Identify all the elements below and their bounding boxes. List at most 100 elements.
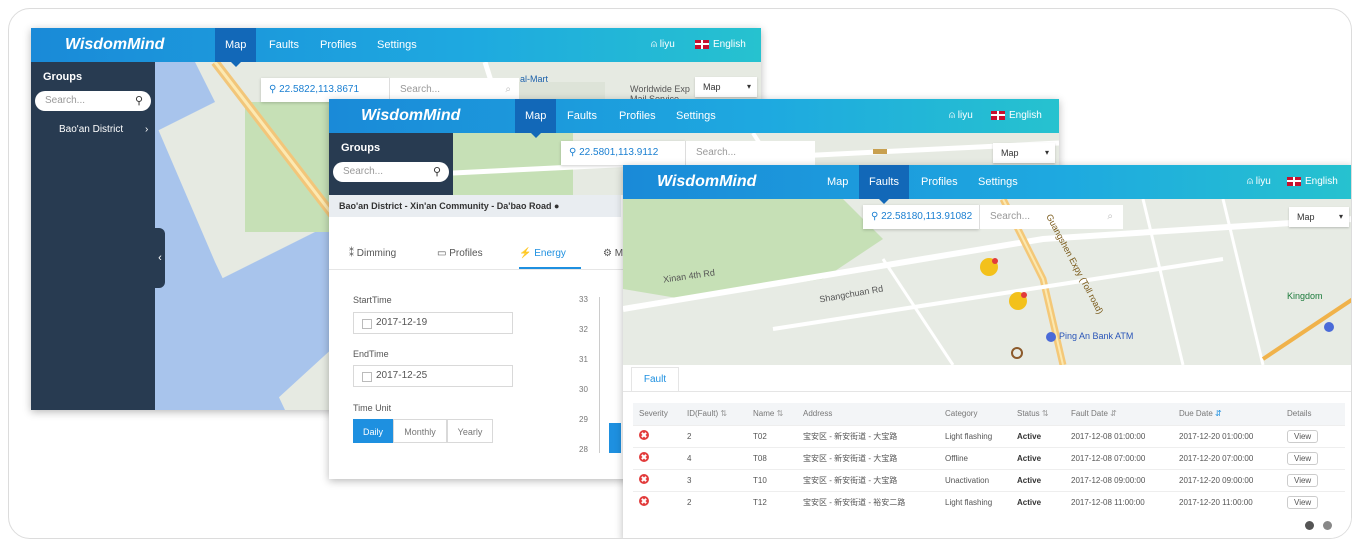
top-navigation-bar: WisdomMind Map Faults Profiles Settings …: [329, 99, 1059, 138]
filter-icon[interactable]: ⇅: [1042, 409, 1049, 418]
tab-fault[interactable]: Fault: [631, 367, 679, 391]
tab-dimming[interactable]: ⁑ Dimming: [349, 239, 396, 269]
cell-name: T08: [747, 446, 797, 469]
groups-search-input[interactable]: Search... ⚲: [35, 91, 151, 111]
nav-map[interactable]: Map: [515, 99, 557, 138]
cell-category: Light flashing: [939, 424, 1011, 447]
col-id[interactable]: ID(Fault) ⇅: [681, 403, 747, 425]
col-fault-date[interactable]: Fault Date ⇵: [1065, 403, 1173, 425]
filter-icon[interactable]: ⇅: [720, 409, 727, 418]
unit-monthly-button[interactable]: Monthly: [393, 419, 447, 443]
cell-name: T10: [747, 468, 797, 491]
cell-category: Light flashing: [939, 490, 1011, 513]
map-canvas[interactable]: ⚲ 22.58180,113.91082 Search... ⌕ Map Xin…: [623, 199, 1351, 365]
user-menu[interactable]: ⍝ liyu: [1247, 165, 1271, 199]
y-tick: 28: [579, 445, 588, 454]
nav-map[interactable]: Map: [817, 165, 858, 199]
nav-settings[interactable]: Settings: [968, 165, 1028, 199]
chart-bar: [609, 423, 621, 453]
cell-details: View: [1281, 490, 1345, 513]
uk-flag-icon: [991, 110, 1005, 120]
language-select[interactable]: English: [695, 28, 746, 62]
unit-yearly-button[interactable]: Yearly: [447, 419, 493, 443]
map-type-select[interactable]: Map: [1289, 207, 1349, 227]
col-due-date[interactable]: Due Date ⇵: [1173, 403, 1281, 425]
start-time-label: StartTime: [353, 295, 392, 305]
user-menu[interactable]: ⍝ liyu: [651, 28, 675, 62]
col-status[interactable]: Status ⇅: [1011, 403, 1065, 425]
view-button[interactable]: View: [1287, 473, 1319, 487]
cell-severity: [633, 490, 681, 513]
cell-status: Active: [1011, 490, 1065, 513]
cell-due-date: 2017-12-20 07:00:00: [1173, 446, 1281, 469]
tab-energy[interactable]: ⚡ Energy: [519, 239, 581, 269]
map-type-select[interactable]: Map: [993, 143, 1055, 163]
user-menu[interactable]: ⍝ liyu: [949, 99, 973, 133]
user-name: liyu: [957, 110, 973, 121]
carousel-dot-1[interactable]: [1305, 521, 1314, 530]
map-label: Kingdom: [1287, 291, 1323, 301]
end-time-input[interactable]: 2017-12-25: [353, 365, 513, 387]
cell-address: 宝安区 - 新安街道 - 大宝路: [797, 468, 939, 491]
chevron-left-icon: ‹: [158, 252, 162, 264]
col-address[interactable]: Address: [797, 403, 939, 425]
col-severity[interactable]: Severity: [633, 403, 681, 425]
map-search-placeholder: Search...: [400, 84, 441, 95]
language-label: English: [1009, 110, 1042, 121]
nav-map[interactable]: Map: [215, 28, 257, 67]
coordinate-display: ⚲ 22.5801,113.9112: [561, 141, 685, 165]
groups-title: Groups: [341, 142, 381, 154]
nav-faults[interactable]: Faults: [259, 28, 309, 62]
cell-address: 宝安区 - 新安街道 - 裕安二路: [797, 490, 939, 513]
tab-label: Energy: [534, 248, 566, 259]
cell-due-date: 2017-12-20 01:00:00: [1173, 424, 1281, 447]
view-button[interactable]: View: [1287, 451, 1319, 465]
view-button[interactable]: View: [1287, 429, 1319, 443]
user-icon: ⍝: [651, 39, 660, 50]
sidebar-item-baoan[interactable]: Bao'an District ›: [59, 124, 148, 135]
map-type-select[interactable]: Map: [695, 77, 757, 97]
view-button[interactable]: View: [1287, 495, 1319, 509]
carousel-dot-2[interactable]: [1323, 521, 1332, 530]
nav-profiles[interactable]: Profiles: [609, 99, 666, 133]
coordinate-display: ⚲ 22.58180,113.91082: [863, 205, 979, 229]
tab-divider: [623, 391, 1351, 392]
start-time-input[interactable]: 2017-12-19: [353, 312, 513, 334]
top-navigation-bar: WisdomMind Map Faults Profiles Settings …: [623, 165, 1351, 204]
nav-profiles[interactable]: Profiles: [310, 28, 367, 62]
cell-category: Offline: [939, 446, 1011, 469]
error-icon: [639, 474, 649, 484]
col-category[interactable]: Category: [939, 403, 1011, 425]
cell-name: T12: [747, 490, 797, 513]
language-label: English: [1305, 176, 1338, 187]
location-pin-icon: ⚲: [871, 211, 882, 222]
nav-faults[interactable]: Faults: [859, 165, 909, 204]
groups-search-input[interactable]: Search... ⚲: [333, 162, 449, 182]
cell-severity: [633, 446, 681, 469]
sort-icon[interactable]: ⇵: [1215, 409, 1222, 418]
unit-daily-button[interactable]: Daily: [353, 419, 393, 443]
nav-settings[interactable]: Settings: [367, 28, 427, 62]
col-details: Details: [1281, 403, 1345, 425]
tab-more[interactable]: ⚙ M: [603, 239, 623, 269]
nav-faults[interactable]: Faults: [557, 99, 607, 133]
cell-fault-date: 2017-12-08 01:00:00: [1065, 424, 1173, 447]
end-time-label: EndTime: [353, 349, 389, 359]
detail-tabs: ⁑ Dimming ▭ Profiles ⚡ Energy ⚙ M: [329, 239, 629, 269]
filter-icon[interactable]: ⇅: [777, 409, 784, 418]
nav-settings[interactable]: Settings: [666, 99, 726, 133]
cell-address: 宝安区 - 新安街道 - 大宝路: [797, 424, 939, 447]
tab-profiles[interactable]: ▭ Profiles: [437, 239, 483, 269]
map-search-input[interactable]: Search...: [685, 141, 815, 165]
language-select[interactable]: English: [991, 99, 1042, 133]
nav-profiles[interactable]: Profiles: [911, 165, 968, 199]
tab-label: Dimming: [356, 248, 397, 259]
sort-icon[interactable]: ⇵: [1110, 409, 1117, 418]
info-icon: ●: [553, 201, 560, 211]
language-select[interactable]: English: [1287, 165, 1338, 199]
error-icon: [639, 452, 649, 462]
col-label: Fault Date: [1071, 409, 1108, 419]
col-label: Name: [753, 409, 775, 419]
col-name[interactable]: Name ⇅: [747, 403, 797, 425]
sidebar-collapse-handle[interactable]: ‹: [155, 228, 165, 288]
